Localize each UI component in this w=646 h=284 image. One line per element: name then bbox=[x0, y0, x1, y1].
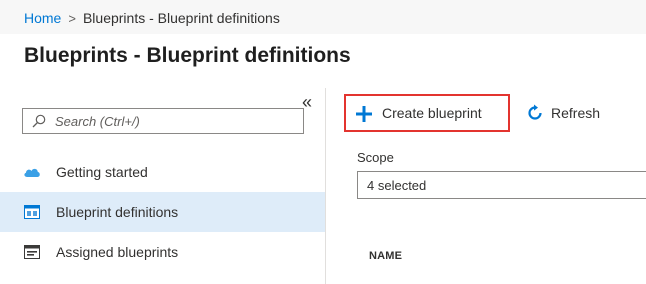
blueprint-definitions-icon bbox=[22, 203, 42, 221]
cloud-icon bbox=[22, 163, 42, 181]
sidebar-item-label: Blueprint definitions bbox=[56, 204, 179, 220]
assigned-blueprints-icon bbox=[22, 243, 42, 261]
refresh-icon bbox=[525, 103, 545, 123]
breadcrumb-current: Blueprints - Blueprint definitions bbox=[82, 10, 280, 26]
create-blueprint-button[interactable]: Create blueprint bbox=[344, 94, 510, 132]
breadcrumb-home-link[interactable]: Home bbox=[24, 10, 61, 26]
breadcrumb: Home > Blueprints - Blueprint definitions bbox=[24, 10, 280, 26]
refresh-button[interactable]: Refresh bbox=[521, 94, 621, 132]
search-box[interactable] bbox=[22, 108, 304, 134]
create-blueprint-label: Create blueprint bbox=[382, 105, 482, 121]
sidebar-item-label: Assigned blueprints bbox=[56, 244, 179, 260]
search-input[interactable] bbox=[55, 111, 295, 131]
toolbar: Create blueprint Refresh bbox=[327, 88, 646, 136]
breadcrumb-separator: > bbox=[68, 11, 76, 26]
sidebar: « Getting started Blueprint definitions bbox=[0, 88, 326, 284]
scope-value: 4 selected bbox=[367, 178, 427, 193]
column-header-name[interactable]: NAME bbox=[369, 250, 402, 262]
sidebar-item-assigned-blueprints[interactable]: Assigned blueprints bbox=[0, 232, 325, 272]
plus-icon bbox=[356, 106, 372, 122]
scope-label: Scope bbox=[357, 150, 394, 165]
refresh-label: Refresh bbox=[551, 105, 601, 121]
top-bar: Home > Blueprints - Blueprint definitions bbox=[0, 0, 646, 34]
search-icon bbox=[32, 114, 46, 128]
sidebar-item-label: Getting started bbox=[56, 164, 148, 180]
sidebar-item-getting-started[interactable]: Getting started bbox=[0, 152, 325, 192]
sidebar-item-blueprint-definitions[interactable]: Blueprint definitions bbox=[0, 192, 325, 232]
page-title: Blueprints - Blueprint definitions bbox=[24, 44, 351, 67]
collapse-sidebar-icon[interactable]: « bbox=[302, 93, 312, 111]
scope-select[interactable]: 4 selected bbox=[357, 171, 646, 199]
